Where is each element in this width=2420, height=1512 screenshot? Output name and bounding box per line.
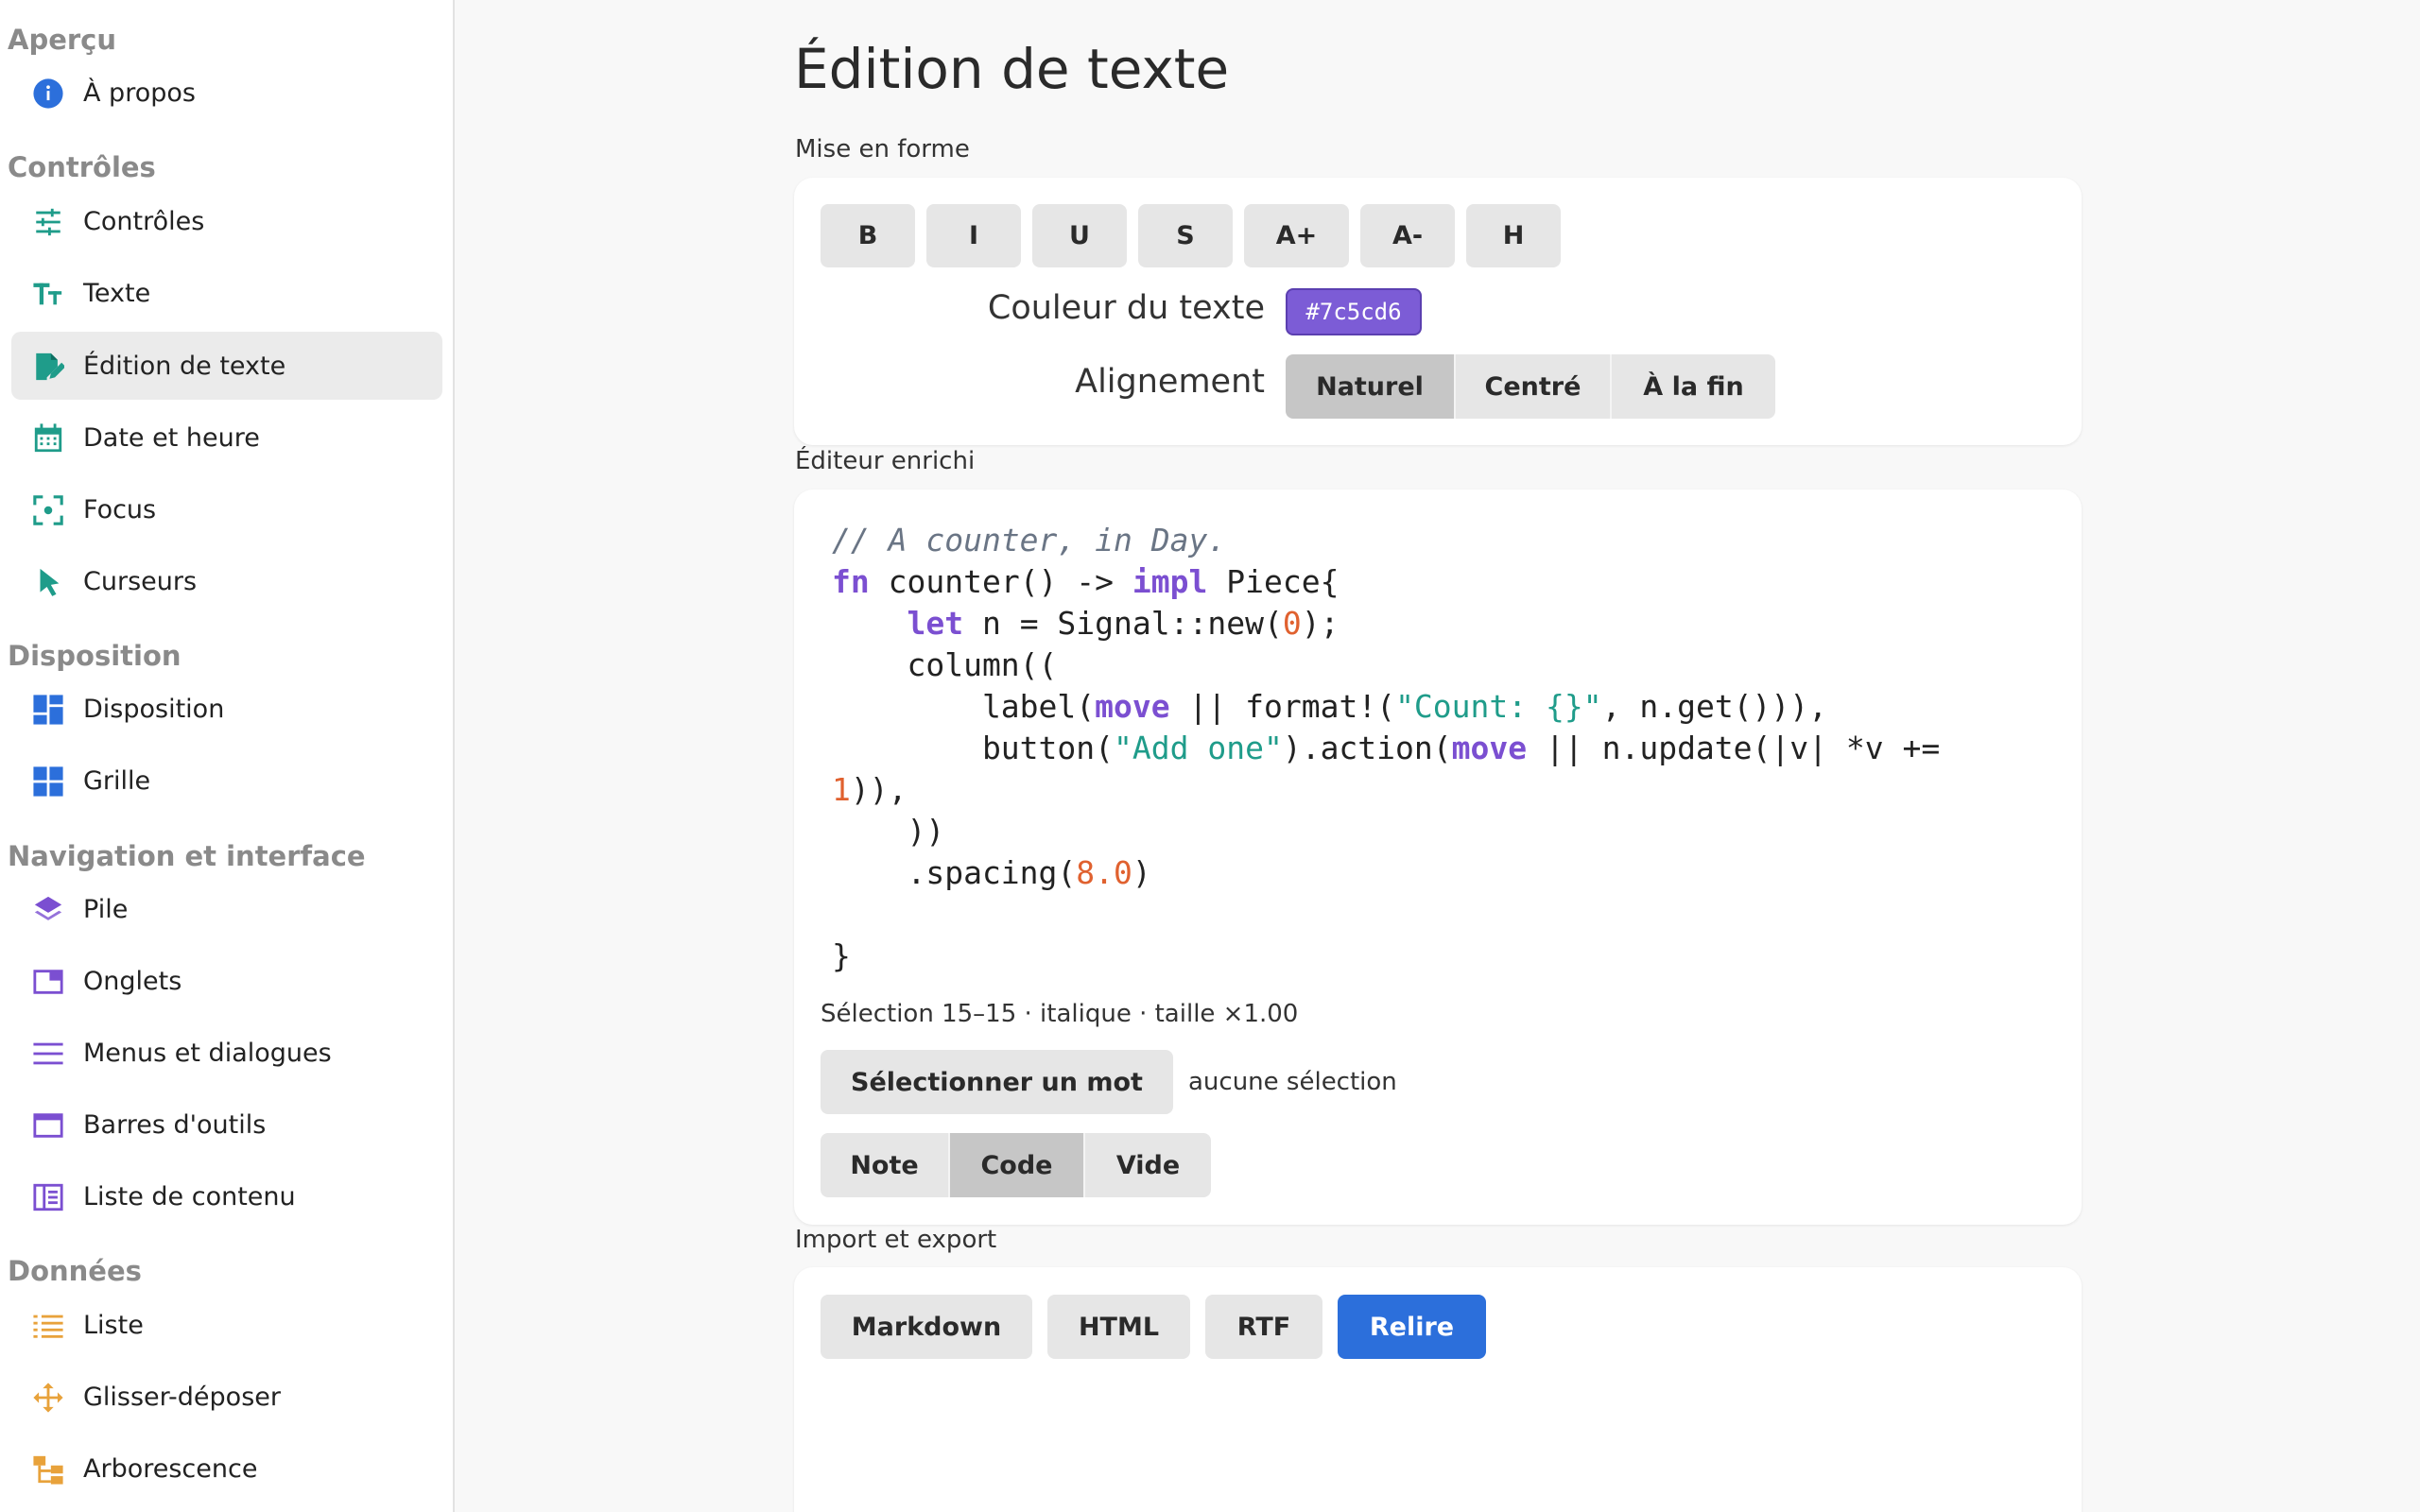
align-end-option[interactable]: À la fin <box>1612 354 1775 419</box>
sidebar-item-onglets[interactable]: Onglets <box>11 947 442 1015</box>
section-title-navigation: Navigation et interface <box>8 840 366 872</box>
move-icon <box>32 1382 64 1414</box>
increase-size-button[interactable]: A+ <box>1244 204 1349 267</box>
io-card: Markdown HTML RTF Relire <box>794 1267 2082 1512</box>
mode-empty-option[interactable]: Vide <box>1085 1133 1211 1197</box>
alignment-segmented-control: Naturel Centré À la fin <box>1286 354 1775 419</box>
sidebar-item-label: Pile <box>83 894 129 924</box>
focus-icon <box>32 494 64 526</box>
dashboard-icon <box>32 694 64 726</box>
sidebar-item-label: Liste de contenu <box>83 1181 296 1211</box>
sidebar-item-liste-contenu[interactable]: Liste de contenu <box>11 1162 442 1230</box>
sidebar-item-controles[interactable]: Contrôles <box>11 187 442 255</box>
alignment-label: Alignement <box>1075 363 1265 401</box>
editor-mode-segmented-control: Note Code Vide <box>821 1133 1211 1197</box>
sidebar-item-glisser-deposer[interactable]: Glisser-déposer <box>11 1363 442 1431</box>
sliders-icon <box>32 206 64 238</box>
sidebar-item-label: Texte <box>83 278 151 308</box>
sidebar-item-arborescence[interactable]: Arborescence <box>11 1435 442 1503</box>
sidebar-item-a-propos[interactable]: À propos <box>11 59 442 127</box>
io-group-label: Import et export <box>795 1226 997 1254</box>
rich-text-editor[interactable]: // A counter, in Day. fn counter() -> im… <box>832 520 1940 977</box>
sidebar-item-texte[interactable]: Texte <box>11 259 442 327</box>
strikethrough-button[interactable]: S <box>1138 204 1233 267</box>
menu-icon <box>32 1038 64 1070</box>
rtf-button[interactable]: RTF <box>1205 1295 1322 1359</box>
section-title-disposition: Disposition <box>8 640 182 672</box>
sidebar-item-label: Arborescence <box>83 1453 258 1484</box>
markdown-button[interactable]: Markdown <box>821 1295 1032 1359</box>
editor-group-label: Éditeur enrichi <box>795 447 976 475</box>
calendar-icon <box>32 422 64 455</box>
layers-icon <box>32 894 64 926</box>
align-center-option[interactable]: Centré <box>1456 354 1612 419</box>
sidebar-item-label: À propos <box>83 77 196 108</box>
html-button[interactable]: HTML <box>1047 1295 1190 1359</box>
list-icon <box>32 1310 64 1342</box>
section-title-apercu: Aperçu <box>8 24 117 56</box>
decrease-size-button[interactable]: A- <box>1360 204 1455 267</box>
formatting-group-label: Mise en forme <box>795 135 970 163</box>
mode-code-option[interactable]: Code <box>950 1133 1085 1197</box>
sidebar-item-label: Barres d'outils <box>83 1109 267 1140</box>
sidebar-item-label: Menus et dialogues <box>83 1038 332 1068</box>
sidebar-item-menus[interactable]: Menus et dialogues <box>11 1019 442 1087</box>
book-icon <box>32 1181 64 1213</box>
text-size-icon <box>32 278 64 310</box>
section-title-donnees: Données <box>8 1255 142 1287</box>
sidebar-item-liste[interactable]: Liste <box>11 1291 442 1359</box>
select-word-button[interactable]: Sélectionner un mot <box>821 1050 1173 1114</box>
sidebar-item-edition-de-texte[interactable]: Édition de texte <box>11 332 442 400</box>
sidebar-item-label: Édition de texte <box>83 351 286 381</box>
editor-status: Sélection 15–15 · italique · taille ×1.0… <box>821 1000 1299 1028</box>
sidebar-item-grille[interactable]: Grille <box>11 747 442 815</box>
tree-icon <box>32 1453 64 1486</box>
window-icon <box>32 1109 64 1142</box>
section-title-controles: Contrôles <box>8 151 156 183</box>
underline-button[interactable]: U <box>1032 204 1127 267</box>
formatting-card: B I U S A+ A- H Couleur du texte #7c5cd6… <box>794 178 2082 445</box>
sidebar-item-label: Grille <box>83 765 151 796</box>
sidebar-item-label: Liste <box>83 1310 144 1340</box>
selection-text: aucune sélection <box>1188 1068 1397 1096</box>
cursor-icon <box>32 566 64 598</box>
edit-document-icon <box>32 351 64 383</box>
sidebar-item-label: Glisser-déposer <box>83 1382 281 1412</box>
info-icon <box>32 77 64 110</box>
grid-icon <box>32 765 64 798</box>
tab-icon <box>32 966 64 998</box>
editor-card: // A counter, in Day. fn counter() -> im… <box>794 490 2082 1225</box>
sidebar-item-label: Onglets <box>83 966 182 996</box>
italic-button[interactable]: I <box>926 204 1021 267</box>
sidebar-item-label: Focus <box>83 494 157 524</box>
sidebar: Aperçu À propos Contrôles Contrôles Text… <box>0 0 455 1512</box>
sidebar-item-curseurs[interactable]: Curseurs <box>11 547 442 615</box>
sidebar-item-label: Date et heure <box>83 422 260 453</box>
sidebar-item-disposition[interactable]: Disposition <box>11 675 442 743</box>
sidebar-item-label: Contrôles <box>83 206 205 236</box>
mode-note-option[interactable]: Note <box>821 1133 950 1197</box>
reread-button[interactable]: Relire <box>1338 1295 1486 1359</box>
sidebar-item-pile[interactable]: Pile <box>11 875 442 943</box>
highlight-button[interactable]: H <box>1466 204 1561 267</box>
text-color-swatch[interactable]: #7c5cd6 <box>1286 288 1422 335</box>
sidebar-item-label: Curseurs <box>83 566 198 596</box>
sidebar-item-focus[interactable]: Focus <box>11 475 442 543</box>
sidebar-item-barres-outils[interactable]: Barres d'outils <box>11 1091 442 1159</box>
bold-button[interactable]: B <box>821 204 915 267</box>
sidebar-item-date-et-heure[interactable]: Date et heure <box>11 404 442 472</box>
text-color-label: Couleur du texte <box>987 289 1265 327</box>
sidebar-item-label: Disposition <box>83 694 225 724</box>
align-natural-option[interactable]: Naturel <box>1286 354 1456 419</box>
page-title: Édition de texte <box>794 37 1230 101</box>
